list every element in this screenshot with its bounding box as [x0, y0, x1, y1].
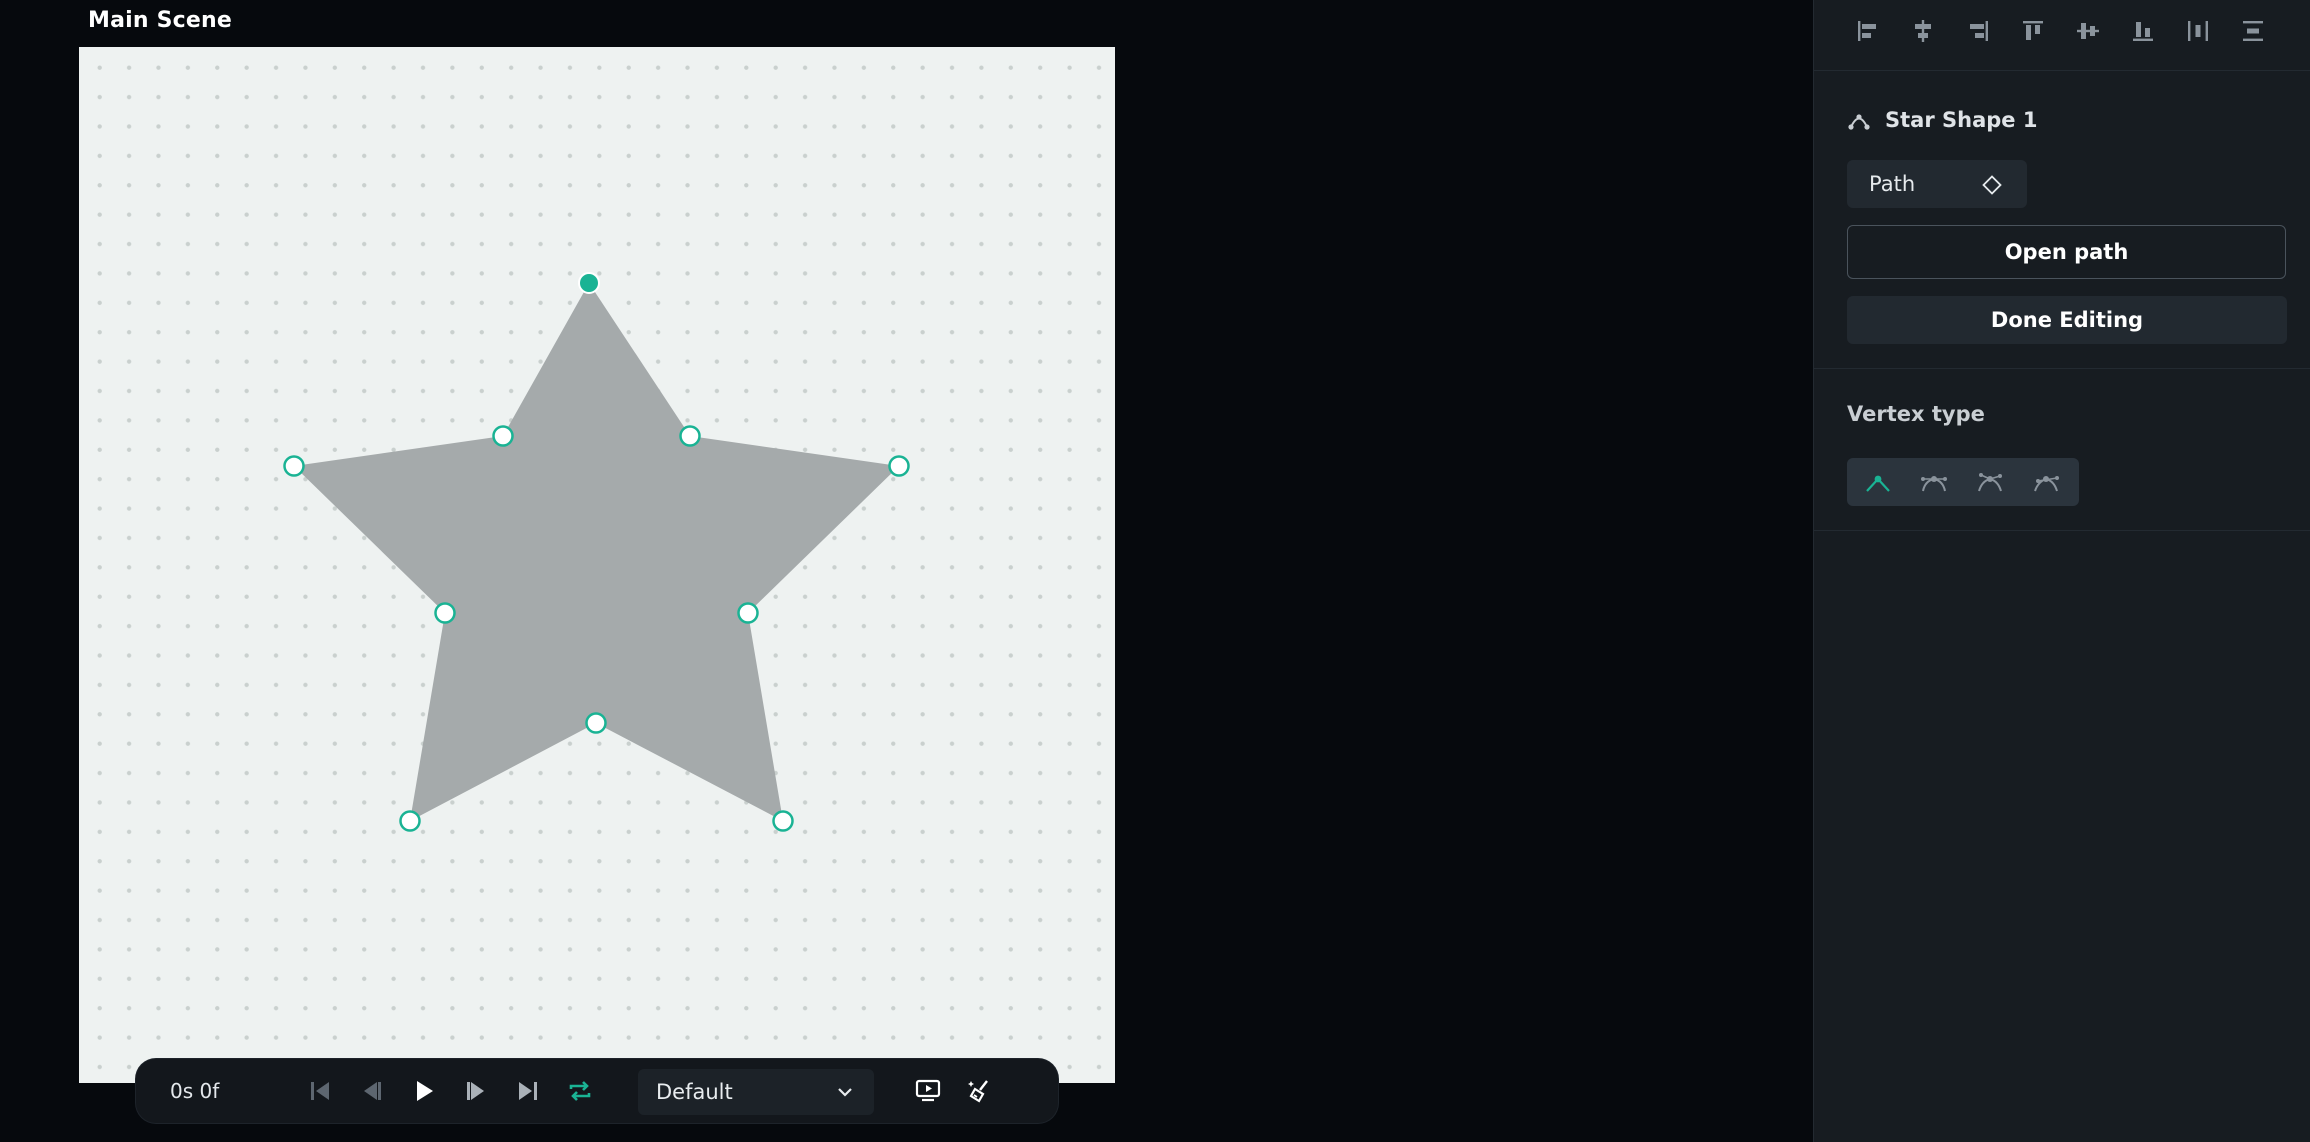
open-path-button[interactable]: Open path — [1847, 225, 2286, 279]
vertex-type-asymmetric[interactable] — [2023, 464, 2069, 500]
play-icon — [417, 1081, 433, 1101]
animation-select-value: Default — [656, 1080, 733, 1104]
align-vertical-center-icon — [2077, 23, 2099, 39]
monitor-play-icon — [915, 1079, 941, 1102]
vertex-type-heading: Vertex type — [1847, 402, 1985, 426]
skip-to-start-icon — [311, 1082, 329, 1100]
step-forward-button[interactable] — [458, 1073, 494, 1109]
play-button[interactable] — [406, 1073, 442, 1109]
vertex-type-mirrored[interactable] — [1911, 464, 1957, 500]
vertex-type-detached[interactable] — [1967, 464, 2013, 500]
step-back-icon — [364, 1082, 381, 1100]
playback-bar: 0s 0f Default — [136, 1059, 1058, 1123]
detached-vertex-icon — [1978, 473, 2002, 492]
section-divider — [1814, 368, 2310, 369]
vertex-type-straight[interactable] — [1855, 464, 1901, 500]
vertex-handle[interactable] — [399, 810, 421, 832]
vertex-type-selector — [1847, 458, 2079, 506]
selected-object-header: Star Shape 1 — [1847, 102, 2037, 138]
vertex-handle[interactable] — [492, 425, 514, 447]
vertex-handle[interactable] — [888, 455, 910, 477]
align-top-icon — [2023, 21, 2043, 40]
align-right-button[interactable] — [1960, 14, 1996, 48]
mirrored-vertex-icon — [1921, 476, 1947, 492]
align-right-icon — [1970, 21, 1988, 41]
vertex-handle[interactable] — [434, 602, 456, 624]
path-property[interactable]: Path — [1847, 160, 2027, 208]
done-editing-button[interactable]: Done Editing — [1847, 296, 2287, 344]
step-forward-icon — [467, 1082, 484, 1100]
align-horizontal-center-icon — [1915, 20, 1931, 42]
broom-sparkle-icon — [968, 1080, 988, 1103]
preview-button[interactable] — [910, 1073, 946, 1109]
step-back-button[interactable] — [354, 1073, 390, 1109]
skip-to-start-button[interactable] — [302, 1073, 338, 1109]
scene-title: Main Scene — [88, 8, 232, 33]
align-bottom-icon — [2133, 22, 2153, 41]
align-left-icon — [1858, 21, 1876, 41]
path-label: Path — [1869, 172, 1916, 196]
loop-icon — [569, 1081, 591, 1101]
align-bottom-button[interactable] — [2125, 14, 2161, 48]
vertex-handle[interactable] — [772, 810, 794, 832]
skip-to-end-button[interactable] — [510, 1073, 546, 1109]
straight-vertex-icon — [1866, 475, 1890, 492]
artboard-canvas[interactable] — [79, 47, 1115, 1083]
vertex-handle[interactable] — [679, 425, 701, 447]
playhead-time: 0s 0f — [170, 1079, 220, 1103]
align-top-button[interactable] — [2015, 14, 2051, 48]
object-name: Star Shape 1 — [1885, 108, 2038, 132]
animation-select[interactable]: Default — [638, 1069, 874, 1115]
distribute-vertical-icon — [2243, 21, 2263, 41]
section-divider — [1814, 530, 2310, 531]
align-horizontal-center-button[interactable] — [1905, 14, 1941, 48]
loop-toggle[interactable] — [562, 1073, 598, 1109]
align-vertical-center-button[interactable] — [2070, 14, 2106, 48]
align-left-button[interactable] — [1850, 14, 1886, 48]
clean-up-button[interactable] — [962, 1073, 998, 1109]
skip-to-end-icon — [519, 1082, 537, 1100]
distribute-vertical-button[interactable] — [2235, 14, 2271, 48]
vertex-handle[interactable] — [585, 712, 607, 734]
keyframe-diamond-icon[interactable] — [1981, 174, 2003, 196]
distribute-horizontal-icon — [2188, 21, 2208, 41]
asymmetric-vertex-icon — [2034, 476, 2059, 492]
vertex-handle[interactable] — [283, 455, 305, 477]
chevron-down-icon — [838, 1088, 852, 1097]
vertex-handle-selected[interactable] — [578, 272, 600, 294]
path-node-icon — [1848, 114, 1870, 130]
distribute-horizontal-button[interactable] — [2180, 14, 2216, 48]
vertex-handle[interactable] — [737, 602, 759, 624]
align-toolbar — [1814, 0, 2310, 71]
inspector-panel: Star Shape 1 Path Open path Done Editing… — [1813, 0, 2310, 1142]
